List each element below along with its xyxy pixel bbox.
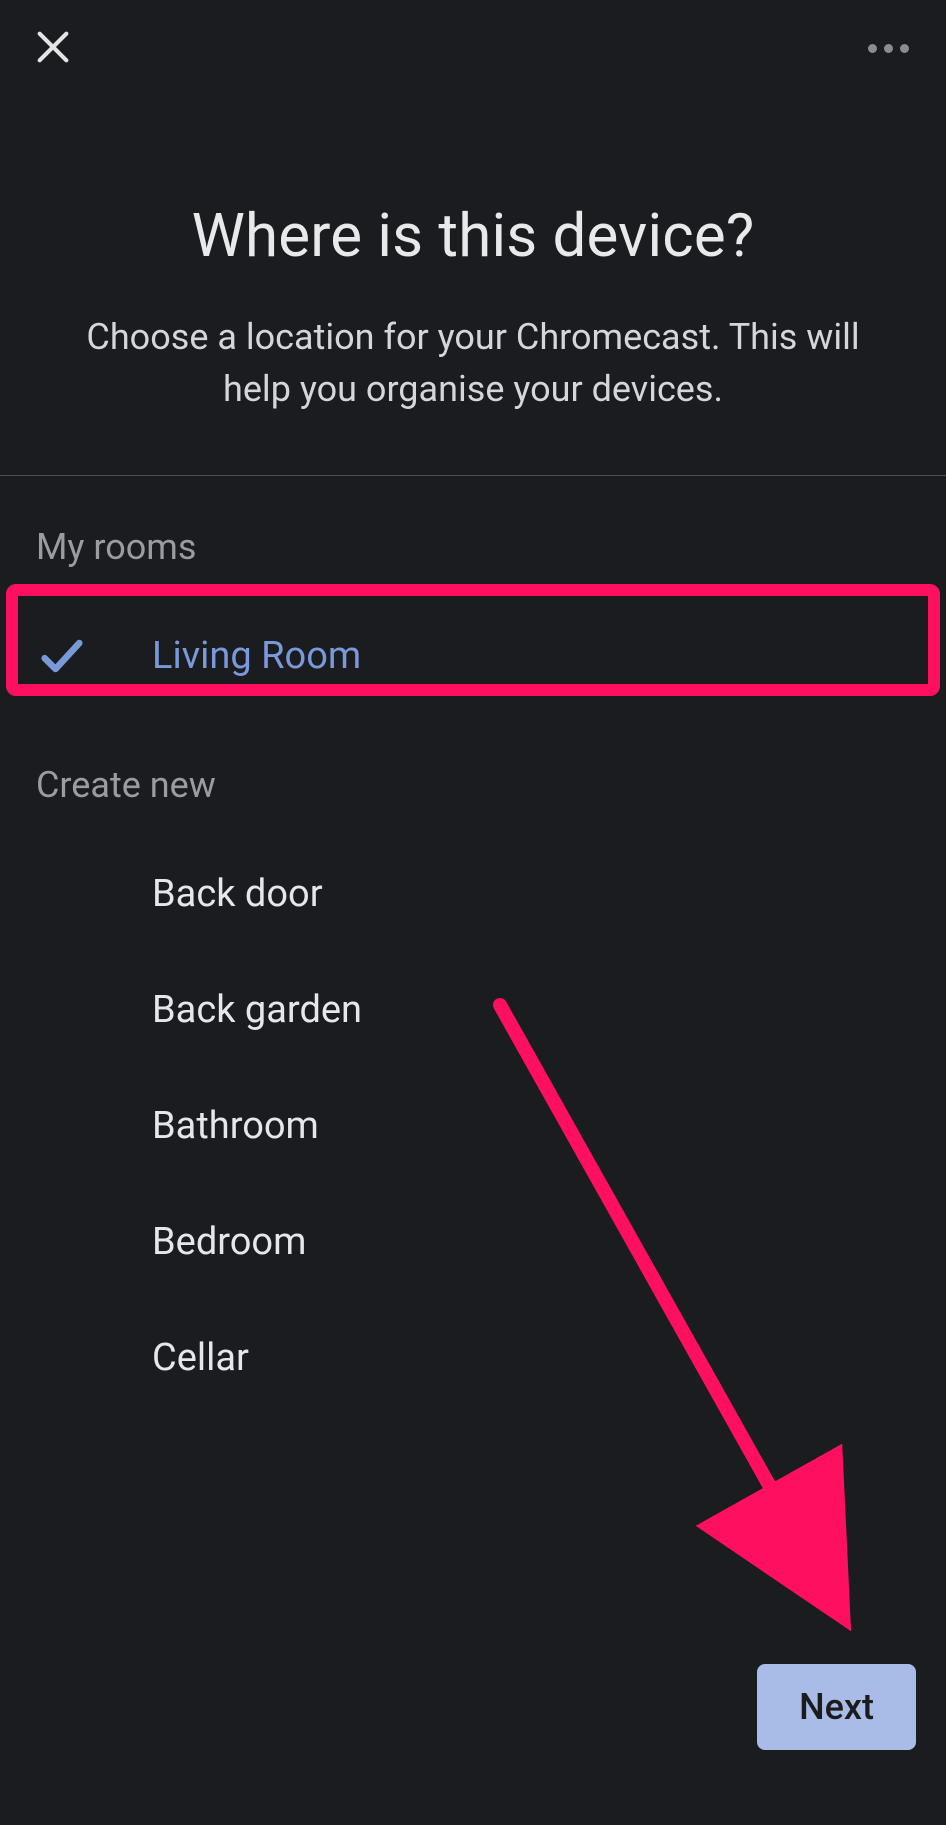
- room-label: Cellar: [152, 1336, 249, 1380]
- room-label: Bedroom: [152, 1220, 306, 1264]
- room-label: Back garden: [152, 988, 362, 1032]
- room-back-garden[interactable]: Back garden: [0, 952, 946, 1068]
- room-bathroom[interactable]: Bathroom: [0, 1068, 946, 1184]
- room-bedroom[interactable]: Bedroom: [0, 1184, 946, 1300]
- page-subtitle: Choose a location for your Chromecast. T…: [63, 311, 883, 415]
- next-button-label: Next: [799, 1686, 874, 1728]
- close-button[interactable]: [28, 22, 78, 72]
- close-icon: [33, 27, 73, 67]
- section-create-new-label: Create new: [0, 714, 946, 836]
- section-my-rooms-label: My rooms: [0, 476, 946, 598]
- more-icon: [884, 44, 893, 53]
- next-button[interactable]: Next: [757, 1664, 916, 1750]
- room-back-door[interactable]: Back door: [0, 836, 946, 952]
- room-label: Bathroom: [152, 1104, 319, 1148]
- room-label: Living Room: [152, 634, 361, 678]
- top-bar: [0, 0, 946, 90]
- check-icon: [36, 630, 152, 682]
- more-options-button[interactable]: [858, 30, 918, 66]
- more-icon: [868, 44, 877, 53]
- more-icon: [900, 44, 909, 53]
- room-label: Back door: [152, 872, 323, 916]
- page-title: Where is this device?: [40, 200, 906, 271]
- heading-block: Where is this device? Choose a location …: [0, 90, 946, 475]
- room-living-room[interactable]: Living Room: [0, 598, 946, 714]
- room-cellar[interactable]: Cellar: [0, 1300, 946, 1416]
